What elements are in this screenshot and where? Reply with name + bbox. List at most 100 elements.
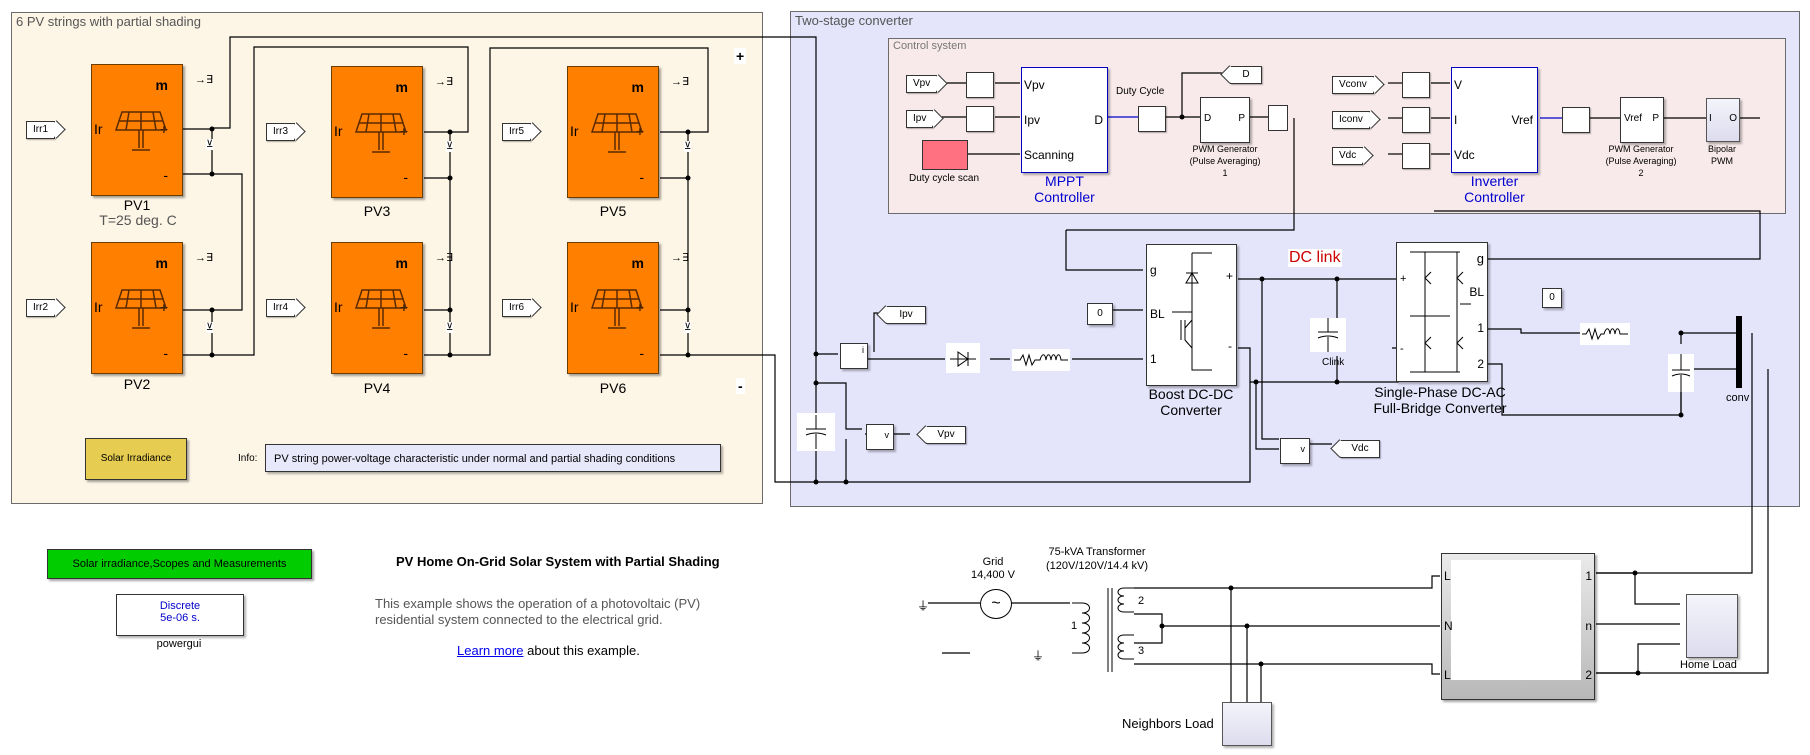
mppt-port-ipv: Ipv	[1024, 113, 1041, 127]
winding-1-label: 1	[1071, 620, 1078, 632]
port-m: m	[155, 77, 168, 93]
pv-array-block[interactable]: Ir m + -	[91, 242, 183, 374]
port-m: m	[155, 255, 168, 271]
current-measurement[interactable]: i	[840, 343, 868, 369]
pv-array-label: PV4	[363, 380, 391, 396]
voltage-measurement-vdc[interactable]: v	[1280, 438, 1310, 464]
port-minus: -	[639, 169, 644, 185]
grid-label-1: Grid	[982, 556, 1004, 568]
inverter-label-1: Inverter	[1470, 173, 1519, 189]
from-vpv: Vpv	[906, 75, 938, 93]
info-box[interactable]: PV string power-voltage characteristic u…	[265, 444, 721, 472]
winding-2-label: 2	[1138, 595, 1145, 607]
home-load-label: Home Load	[1680, 659, 1737, 671]
transformer-icon[interactable]	[1070, 582, 1136, 672]
terminator-icon: →∃	[671, 76, 689, 88]
home-load-block[interactable]	[1686, 594, 1738, 658]
meter-port-n-out: n	[1585, 619, 1592, 633]
boost-converter-block[interactable]: g BL 1 + -	[1146, 244, 1237, 386]
bridge-port-2: 2	[1477, 357, 1484, 371]
from-vdc: Vdc	[1332, 147, 1364, 165]
solar-irradiance-block[interactable]: Solar Irradiance	[85, 438, 187, 480]
bypass-diode-icon: ⊻	[206, 139, 214, 150]
temperature-note: T=25 deg. C	[99, 212, 177, 228]
mppt-port-d: D	[1094, 113, 1103, 127]
switch-icon[interactable]	[1268, 105, 1288, 131]
terminator-icon: →∃	[195, 252, 213, 264]
terminator-icon: →∃	[435, 76, 453, 88]
voltage-meas-port: v	[884, 430, 890, 440]
pv-array-label: PV1	[123, 197, 151, 213]
bypass-diode-icon: ⊻	[446, 141, 454, 152]
pwm2-label-3: 2	[1638, 168, 1644, 178]
ac-voltage-source-icon[interactable]: ~	[980, 589, 1012, 619]
inverter-controller-block[interactable]: V I Vdc Vref	[1451, 67, 1538, 173]
irradiance-input-4: Irr4	[266, 299, 295, 317]
ground-icon: ⏚	[917, 599, 930, 613]
rate-transition-icon[interactable]	[966, 106, 994, 132]
mppt-controller-block[interactable]: Vpv Ipv Scanning D	[1021, 67, 1108, 173]
current-meas-port: i	[862, 345, 864, 355]
boost-label-1: Boost DC-DC	[1148, 386, 1234, 402]
powergui-block[interactable]: Discrete 5e-06 s.	[116, 594, 244, 636]
solar-panel-icon	[354, 113, 408, 153]
conv-label: conv	[1726, 392, 1750, 404]
solar-panel-icon	[114, 289, 168, 329]
winding-3-label: 3	[1138, 645, 1145, 657]
rate-transition-icon[interactable]	[966, 72, 994, 98]
model-title: PV Home On-Grid Solar System with Partia…	[396, 554, 720, 569]
rate-transition-icon[interactable]	[1402, 72, 1430, 98]
port-m: m	[395, 255, 408, 271]
port-minus: -	[403, 345, 408, 361]
pwm1-label-1: PWM Generator	[1192, 144, 1258, 154]
igbt-diode-icon	[1172, 252, 1212, 371]
irradiance-input-5: Irr5	[502, 123, 531, 141]
pv-array-block[interactable]: Ir m + -	[91, 64, 183, 196]
boost-bl-constant[interactable]: 0	[1087, 303, 1113, 325]
scopes-measurements-subsystem[interactable]: Solar irradiance,Scopes and Measurements	[47, 549, 312, 579]
rate-transition-icon[interactable]	[1562, 107, 1590, 133]
voltage-measurement-vpv[interactable]: v	[866, 424, 894, 450]
powergui-label: powergui	[156, 638, 202, 650]
rate-transition-icon[interactable]	[1402, 107, 1430, 133]
neighbors-load-block[interactable]	[1222, 702, 1272, 746]
learn-more-link[interactable]: Learn more	[457, 643, 523, 658]
pv-array-block[interactable]: Ir m + -	[567, 66, 659, 198]
meter-port-l1: L	[1444, 569, 1451, 583]
pv-array-label: PV3	[363, 203, 391, 219]
goto-vdc: Vdc	[1340, 440, 1380, 458]
bridge-port-1: 1	[1477, 321, 1484, 335]
goto-vpv: Vpv	[926, 426, 966, 444]
port-minus: -	[163, 167, 168, 183]
irradiance-input-2: Irr2	[26, 299, 55, 317]
rate-transition-icon[interactable]	[1402, 143, 1430, 169]
bipolar-in: I	[1709, 113, 1712, 124]
pv-array-block[interactable]: Ir m + -	[567, 242, 659, 374]
pv-array-block[interactable]: Ir m + -	[331, 242, 423, 374]
pwm2-label-2: (Pulse Averaging)	[1605, 156, 1677, 166]
bridge-bl-constant[interactable]: 0	[1542, 288, 1562, 308]
bipolar-pwm-block[interactable]: I O	[1706, 98, 1740, 142]
ac-capacitor-icon	[1668, 354, 1694, 392]
transformer-label-1: 75-kVA Transformer	[1048, 546, 1146, 558]
rate-transition-icon[interactable]	[1138, 106, 1166, 132]
pwm2-in: Vref	[1624, 113, 1642, 124]
pv-array-block[interactable]: Ir m + -	[331, 66, 423, 198]
full-bridge-converter-block[interactable]: + - g BL 1 2	[1396, 242, 1488, 382]
irradiance-input-3: Irr3	[266, 123, 295, 141]
dc-link-label: DC link	[1288, 249, 1342, 267]
port-minus: -	[403, 169, 408, 185]
smart-meter-block[interactable]: L N L 1 n 2	[1441, 553, 1595, 700]
duty-cycle-scan-block[interactable]	[922, 140, 968, 170]
powergui-mode: Discrete	[159, 600, 201, 612]
duty-cycle-scan-label: Duty cycle scan	[908, 173, 980, 184]
port-minus: -	[163, 345, 168, 361]
pwm-generator-2[interactable]: Vref P	[1620, 97, 1664, 143]
goto-d: D	[1230, 66, 1262, 84]
pwm-generator-1[interactable]: D P	[1200, 97, 1250, 143]
bypass-diode-icon: ⊻	[684, 322, 692, 333]
input-capacitor-icon	[797, 413, 835, 451]
meter-port-1: 1	[1585, 569, 1592, 583]
port-ir: Ir	[570, 299, 579, 315]
port-minus: -	[639, 345, 644, 361]
